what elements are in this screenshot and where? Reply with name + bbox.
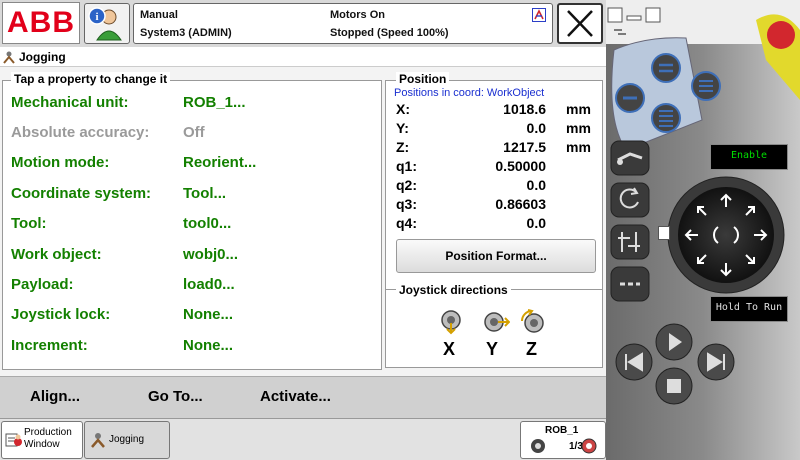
property-value: Reorient... xyxy=(183,154,257,171)
program-state: Stopped (Speed 100%) xyxy=(330,27,449,39)
close-button[interactable] xyxy=(557,3,603,44)
joystick[interactable] xyxy=(666,175,786,295)
property-label: Work object: xyxy=(11,246,102,263)
joystick-axis-z: Z xyxy=(526,339,537,359)
status-bar[interactable]: Manual System3 (ADMIN) Motors On Stopped… xyxy=(133,3,553,44)
joystick-tilt-icon xyxy=(441,310,461,335)
joystick-axis-x: X xyxy=(443,339,456,359)
robot-unit-icon xyxy=(531,439,545,453)
property-value: Tool... xyxy=(183,185,227,202)
increment-icon xyxy=(581,438,597,454)
jogging-icon xyxy=(3,51,15,64)
command-bar: Align... Go To... Activate... xyxy=(0,376,606,418)
mech-unit-label: ROB_1 xyxy=(545,425,579,436)
property-value: Off xyxy=(183,124,205,141)
position-value: 0.0 xyxy=(526,120,546,136)
stop-button[interactable] xyxy=(654,366,694,406)
hold-to-run-label: Hold To Run xyxy=(715,302,783,313)
property-label: Increment: xyxy=(11,337,88,354)
user-info-icon: i xyxy=(88,7,122,41)
position-label: Z: xyxy=(396,139,410,155)
position-label: Y: xyxy=(396,120,409,136)
joystick-axis-y: Y xyxy=(486,339,499,359)
production-window-icon xyxy=(5,433,22,447)
motors-state: Motors On xyxy=(330,9,385,21)
system-name: System3 (ADMIN) xyxy=(140,27,232,39)
status-info-button[interactable]: i xyxy=(84,3,130,44)
position-value: 0.0 xyxy=(526,177,546,193)
position-label: q2: xyxy=(396,177,417,193)
property-label: Joystick lock: xyxy=(11,306,111,323)
position-group-label: Position xyxy=(396,72,450,86)
property-group-label: Tap a property to change it xyxy=(11,72,171,86)
window-title: Jogging xyxy=(19,50,66,64)
jogging-icon xyxy=(91,433,105,448)
close-icon xyxy=(567,10,593,37)
position-value: 0.50000 xyxy=(495,158,546,174)
position-label: q1: xyxy=(396,158,417,174)
task-label: Jogging xyxy=(109,434,145,445)
custom-button-2[interactable] xyxy=(614,82,646,114)
position-label: q4: xyxy=(396,215,417,231)
property-value: None... xyxy=(183,337,234,354)
step-backward-button[interactable] xyxy=(614,342,654,382)
position-unit: mm xyxy=(566,139,591,155)
position-group: Position Positions in coord: WorkObject … xyxy=(385,72,603,368)
property-label: Coordinate system: xyxy=(11,185,152,202)
position-label: q3: xyxy=(396,196,417,212)
abb-logo: ABB xyxy=(7,6,75,39)
position-format-button[interactable]: Position Format... xyxy=(396,239,596,273)
enable-indicator: Enable xyxy=(710,144,788,170)
quickset-mech-unit-button[interactable]: ROB_1 1/3 xyxy=(520,421,606,459)
task-label: Production xyxy=(24,427,72,438)
coord-system-label: Positions in coord: WorkObject xyxy=(394,87,545,99)
custom-button-4[interactable] xyxy=(650,102,682,134)
svg-text:i: i xyxy=(95,11,98,23)
position-value: 1217.5 xyxy=(503,139,546,155)
property-group: Tap a property to change it Mechanical u… xyxy=(2,72,382,370)
start-button[interactable] xyxy=(654,322,694,362)
step-forward-button[interactable] xyxy=(696,342,736,382)
hold-to-run-indicator: Hold To Run xyxy=(710,296,788,322)
task-production-window[interactable]: Production Window xyxy=(1,421,83,459)
property-value: None... xyxy=(183,306,234,323)
task-label: Window xyxy=(24,439,60,450)
property-label: Absolute accuracy: xyxy=(11,124,150,141)
property-value: wobj0... xyxy=(183,246,239,263)
operating-mode: Manual xyxy=(140,9,178,21)
property-label: Payload: xyxy=(11,276,74,293)
select-mechanical-unit-button[interactable] xyxy=(610,140,650,176)
property-label: Tool: xyxy=(11,215,47,232)
custom-button-1[interactable] xyxy=(650,52,682,84)
go-to-button[interactable]: Go To... xyxy=(148,388,203,405)
joystick-rotate-icon xyxy=(521,309,544,333)
toggle-motion-mode-axis-button[interactable] xyxy=(610,224,650,260)
flexpendant-panel: Enable Hold To Run xyxy=(606,0,800,460)
align-button[interactable]: Align... xyxy=(30,388,80,405)
property-value: load0... xyxy=(183,276,235,293)
toggle-increment-button[interactable] xyxy=(610,266,650,302)
joystick-group-label: Joystick directions xyxy=(396,283,511,297)
window-title-bar: Jogging xyxy=(0,48,606,66)
position-value: 0.86603 xyxy=(495,196,546,212)
custom-button-3[interactable] xyxy=(690,70,722,102)
taskbar: Production Window Jogging ROB_1 1/3 xyxy=(0,418,606,460)
position-value: 0.0 xyxy=(526,215,546,231)
position-value: 1018.6 xyxy=(503,101,546,117)
manual-mode-icon xyxy=(532,8,546,22)
enable-label: Enable xyxy=(730,150,768,161)
usb-port xyxy=(658,226,670,240)
task-jogging[interactable]: Jogging xyxy=(84,421,170,459)
position-unit: mm xyxy=(566,120,591,136)
property-value: ROB_1... xyxy=(183,94,246,111)
property-value: tool0... xyxy=(183,215,232,232)
toggle-motion-mode-reorient-button[interactable] xyxy=(610,182,650,218)
abb-menu-button[interactable]: ABB xyxy=(2,2,80,44)
joystick-sideways-icon xyxy=(484,312,510,332)
property-label: Motion mode: xyxy=(11,154,110,171)
property-label: Mechanical unit: xyxy=(11,94,129,111)
position-unit: mm xyxy=(566,101,591,117)
activate-button[interactable]: Activate... xyxy=(260,388,331,405)
position-label: X: xyxy=(396,101,410,117)
